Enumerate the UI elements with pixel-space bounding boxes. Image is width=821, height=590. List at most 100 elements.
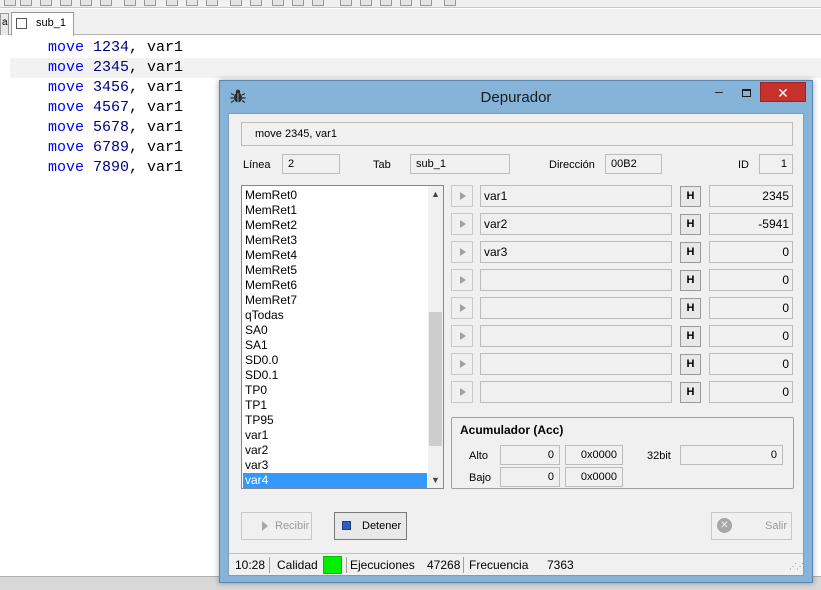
toolbar-button[interactable]: [272, 0, 284, 6]
salir-button[interactable]: ✕ Salir: [711, 512, 792, 540]
toolbar-button[interactable]: [4, 0, 16, 6]
list-item[interactable]: MemRet6: [243, 278, 427, 293]
detener-button[interactable]: Detener: [334, 512, 407, 540]
toolbar-button[interactable]: [400, 0, 412, 6]
list-item[interactable]: SD0.1: [243, 368, 427, 383]
toolbar-button[interactable]: [340, 0, 352, 6]
list-item[interactable]: TP0: [243, 383, 427, 398]
status-bar: 10:28 Calidad Ejecuciones 47268 Frecuenc…: [229, 553, 804, 575]
status-time: 10:28: [235, 558, 266, 572]
hex-toggle-button[interactable]: H: [680, 242, 701, 263]
hex-toggle-button[interactable]: H: [680, 270, 701, 291]
list-item[interactable]: SA1: [243, 338, 427, 353]
list-item[interactable]: MemRet4: [243, 248, 427, 263]
toolbar-button[interactable]: [40, 0, 52, 6]
list-item[interactable]: SA0: [243, 323, 427, 338]
play-icon[interactable]: [451, 381, 473, 403]
code-operand: , var1: [129, 79, 184, 96]
variable-name-field[interactable]: var1: [480, 185, 672, 207]
variable-row: H 0: [451, 381, 794, 403]
variable-value-field: -5941: [709, 213, 793, 235]
play-icon[interactable]: [451, 297, 473, 319]
list-item[interactable]: MemRet1: [243, 203, 427, 218]
list-item[interactable]: TP1: [243, 398, 427, 413]
bajo-label: Bajo: [469, 472, 492, 484]
variable-name-field[interactable]: [480, 381, 672, 403]
variable-name-field[interactable]: [480, 353, 672, 375]
hex-toggle-button[interactable]: H: [680, 354, 701, 375]
variable-row: var1 H 2345: [451, 185, 794, 207]
minimize-button[interactable]: –: [706, 84, 732, 103]
toolbar-button[interactable]: [206, 0, 218, 6]
list-item[interactable]: qTodas: [243, 308, 427, 323]
list-item[interactable]: TP95: [243, 413, 427, 428]
variable-value-field: 0: [709, 381, 793, 403]
recibir-button[interactable]: Recibir: [241, 512, 312, 540]
toolbar-button[interactable]: [360, 0, 372, 6]
variable-name-field[interactable]: [480, 297, 672, 319]
play-icon[interactable]: [451, 185, 473, 207]
toolbar-button[interactable]: [166, 0, 178, 6]
list-item[interactable]: MemRet2: [243, 218, 427, 233]
code-keyword: move: [48, 59, 85, 76]
toolbar-button[interactable]: [230, 0, 242, 6]
code-line-current: move 2345, var1: [10, 58, 821, 78]
variable-name-field[interactable]: [480, 269, 672, 291]
variable-listbox[interactable]: MemRet0 MemRet1 MemRet2 MemRet3 MemRet4 …: [241, 185, 444, 489]
list-item[interactable]: MemRet7: [243, 293, 427, 308]
list-item-selected[interactable]: var4: [243, 473, 427, 488]
list-item[interactable]: var3: [243, 458, 427, 473]
variable-name-field[interactable]: var2: [480, 213, 672, 235]
play-icon[interactable]: [451, 353, 473, 375]
list-item[interactable]: var1: [243, 428, 427, 443]
toolbar-button[interactable]: [144, 0, 156, 6]
variable-name-field[interactable]: [480, 325, 672, 347]
scroll-thumb[interactable]: [429, 312, 442, 446]
ejecuciones-label: Ejecuciones: [350, 558, 415, 572]
hex-toggle-button[interactable]: H: [680, 382, 701, 403]
maximize-button[interactable]: [733, 85, 759, 103]
toolbar-button[interactable]: [60, 0, 72, 6]
toolbar-button[interactable]: [186, 0, 198, 6]
toolbar-button[interactable]: [80, 0, 92, 6]
play-icon[interactable]: [451, 241, 473, 263]
scroll-up-icon[interactable]: ▲: [428, 186, 443, 202]
toolbar-button[interactable]: [292, 0, 304, 6]
play-icon[interactable]: [451, 269, 473, 291]
hex-toggle-button[interactable]: H: [680, 298, 701, 319]
calidad-label: Calidad: [277, 558, 318, 572]
resize-grip-icon[interactable]: ⋰⋰: [789, 562, 804, 571]
toolbar-button[interactable]: [420, 0, 432, 6]
play-icon[interactable]: [451, 213, 473, 235]
hex-toggle-button[interactable]: H: [680, 186, 701, 207]
toolbar-button[interactable]: [100, 0, 112, 6]
alto-label: Alto: [469, 450, 488, 462]
code-keyword: move: [48, 79, 85, 96]
direccion-field: 00B2: [605, 154, 662, 174]
tab-sub-1[interactable]: sub_1: [11, 12, 74, 36]
list-item[interactable]: MemRet0: [243, 188, 427, 203]
close-button[interactable]: ✕: [760, 82, 806, 102]
toolbar-button[interactable]: [250, 0, 262, 6]
scroll-down-icon[interactable]: ▼: [428, 472, 443, 488]
toolbar-button[interactable]: [312, 0, 324, 6]
code-operand: , var1: [129, 139, 184, 156]
variable-row: var2 H -5941: [451, 213, 794, 235]
accumulator-title: Acumulador (Acc): [460, 423, 564, 437]
title-bar[interactable]: Depurador – ✕: [220, 81, 812, 113]
list-item[interactable]: MemRet5: [243, 263, 427, 278]
toolbar-button[interactable]: [20, 0, 32, 6]
toolbar-button[interactable]: [380, 0, 392, 6]
list-scrollbar[interactable]: ▲ ▼: [428, 186, 443, 488]
toolbar-button[interactable]: [124, 0, 136, 6]
code-operand: , var1: [129, 119, 184, 136]
play-icon[interactable]: [451, 325, 473, 347]
hex-toggle-button[interactable]: H: [680, 214, 701, 235]
list-item[interactable]: SD0.0: [243, 353, 427, 368]
list-item[interactable]: MemRet3: [243, 233, 427, 248]
variable-name-field[interactable]: var3: [480, 241, 672, 263]
tab-previous[interactable]: al: [0, 13, 9, 35]
toolbar-button[interactable]: [444, 0, 456, 6]
list-item[interactable]: var2: [243, 443, 427, 458]
hex-toggle-button[interactable]: H: [680, 326, 701, 347]
